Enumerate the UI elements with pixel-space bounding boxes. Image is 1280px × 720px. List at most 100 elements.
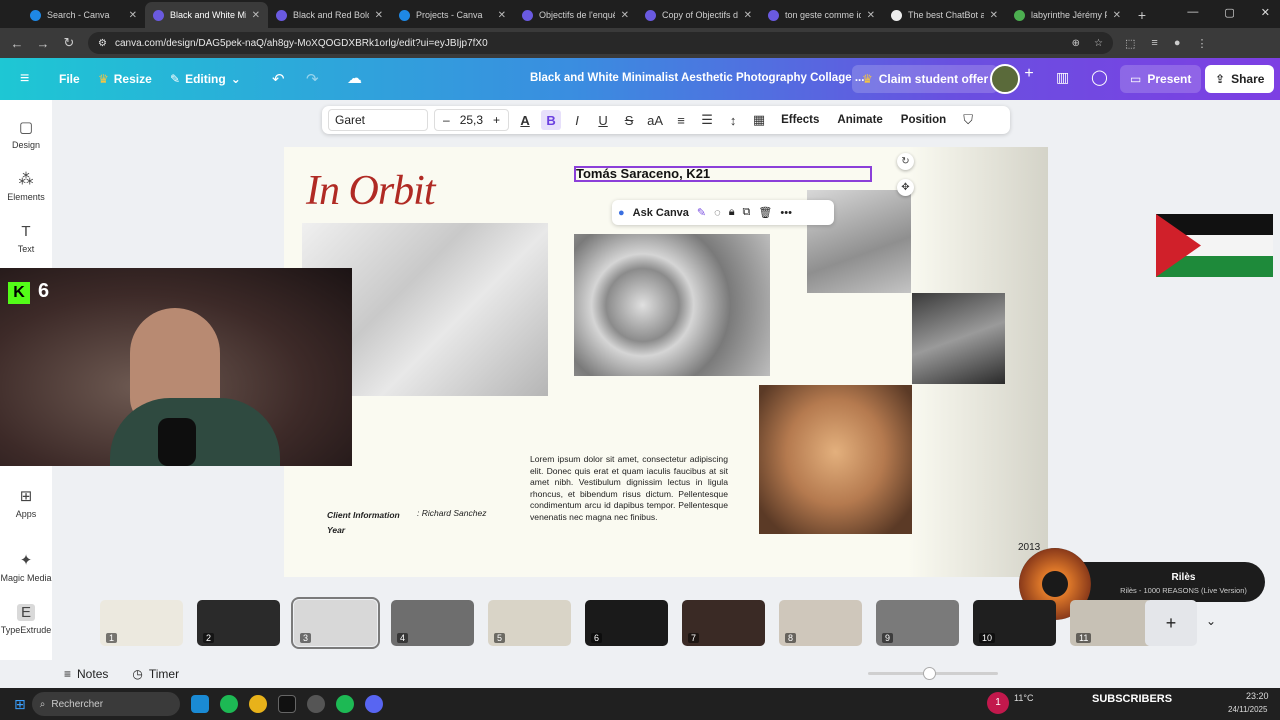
media-icon[interactable]: ≡ (1151, 37, 1157, 50)
clock-date[interactable]: 24/11/2025 (1228, 705, 1267, 714)
sidebar-item-elements[interactable]: ⁂ Elements (0, 170, 52, 202)
increase-size-icon[interactable]: + (493, 113, 500, 127)
text-color-icon[interactable]: A (515, 110, 535, 130)
page-thumbnail[interactable]: 10 (973, 600, 1056, 646)
delete-icon[interactable]: 🗑︎ (758, 206, 772, 219)
spotify-2-icon[interactable] (335, 695, 354, 713)
cloud-sync-icon[interactable]: ☁ (347, 69, 362, 87)
align-icon[interactable]: ≡ (671, 110, 691, 130)
photo-orbit-sphere[interactable] (574, 234, 770, 376)
add-collaborator-icon[interactable]: + (1018, 65, 1040, 93)
profile-icon[interactable]: ● (1174, 37, 1181, 50)
claim-offer-button[interactable]: ♛ Claim student offer (852, 65, 999, 93)
client-info-labels[interactable]: Client Information Year (327, 508, 400, 538)
decrease-size-icon[interactable]: – (443, 113, 450, 127)
close-window-icon[interactable]: ✕ (1261, 6, 1270, 19)
discord-icon[interactable] (364, 695, 383, 713)
restore-icon[interactable]: ▢ (1224, 6, 1234, 19)
taskbar-search[interactable]: ⌕ Rechercher (31, 692, 180, 716)
design-page[interactable]: In Orbit Tomás Saraceno, K21 ↻ ✥ ● Ask C… (284, 147, 1048, 577)
photo-portrait-woman-2[interactable] (912, 293, 1005, 384)
zoom-slider[interactable] (868, 667, 998, 680)
browser-tab[interactable]: Black and White Mini ✕ (145, 2, 268, 28)
timer-button[interactable]: ◷ Timer (132, 667, 179, 681)
add-page-button[interactable]: + (1145, 600, 1197, 646)
tab-close-icon[interactable]: ✕ (375, 10, 383, 21)
editing-mode-button[interactable]: ✎ Editing ⌄ (170, 72, 241, 86)
page-thumbnail[interactable]: 9 (876, 600, 959, 646)
present-button[interactable]: ▭ Present (1120, 65, 1202, 93)
chrome-icon[interactable] (248, 695, 267, 713)
share-button[interactable]: ⇪ Share (1205, 65, 1275, 93)
font-size-value[interactable]: 25,3 (460, 113, 483, 127)
comment-icon[interactable]: ◯ (1091, 68, 1108, 86)
menu-dots-icon[interactable]: ⋮ (1196, 37, 1207, 50)
document-title[interactable]: Black and White Minimalist Aesthetic Pho… (530, 72, 864, 84)
browser-tab[interactable]: ton geste comme ide ✕ (760, 2, 883, 28)
photo-portrait-woman-3[interactable] (759, 385, 912, 534)
more-options-icon[interactable]: ••• (780, 207, 792, 219)
page-thumbnail[interactable]: 2 (197, 600, 280, 646)
font-family-select[interactable]: Garet (328, 109, 428, 131)
weather-temp[interactable]: 11°C (1014, 693, 1033, 703)
move-handle-icon[interactable]: ✥ (897, 179, 914, 196)
page-thumbnail[interactable]: 8 (779, 600, 862, 646)
page-thumbnail[interactable]: 6 (585, 600, 668, 646)
page-thumbnail[interactable]: 11 (1070, 600, 1153, 646)
page-thumbnail[interactable]: 4 (391, 600, 474, 646)
magic-edit-icon[interactable]: ✎ (697, 206, 706, 219)
sidebar-item-magic-media[interactable]: ✦ Magic Media (0, 551, 52, 583)
tab-close-icon[interactable]: ✕ (867, 10, 875, 21)
bookmark-star-icon[interactable]: ☆ (1094, 38, 1103, 49)
tab-close-icon[interactable]: ✕ (621, 10, 629, 21)
zoom-icon[interactable]: ⊕ (1072, 38, 1080, 49)
page-thumbnail[interactable]: 1 (100, 600, 183, 646)
browser-tab[interactable]: The best ChatBot an ✕ (883, 2, 1006, 28)
extensions-icon[interactable]: ⬚ (1125, 37, 1135, 50)
resize-button[interactable]: ♛ Resize (98, 72, 152, 86)
expand-pages-icon[interactable]: ⌄ (1206, 614, 1216, 628)
position-button[interactable]: Position (895, 114, 952, 126)
browser-tab[interactable]: Search - Canva ✕ (22, 2, 145, 28)
tab-close-icon[interactable]: ✕ (1113, 10, 1121, 21)
browser-tab[interactable]: labyrinthe Jérémy Pr ✕ (1006, 2, 1129, 28)
sidebar-item-design[interactable]: ▢ Design (0, 118, 52, 150)
bold-icon[interactable]: B (541, 110, 562, 130)
insights-icon[interactable]: ▥ (1056, 69, 1069, 86)
sidebar-item-text[interactable]: T Text (0, 223, 52, 254)
page-thumbnail[interactable]: 7 (682, 600, 765, 646)
hamburger-icon[interactable]: ≡ (20, 70, 29, 88)
client-value[interactable]: : Richard Sanchez (417, 508, 486, 518)
tiktok-icon[interactable] (277, 695, 296, 713)
rotate-handle-icon[interactable]: ↻ (897, 153, 914, 170)
avatar[interactable] (990, 64, 1020, 94)
spotify-icon[interactable] (219, 695, 238, 713)
animate-button[interactable]: Animate (831, 114, 888, 126)
edge-icon[interactable] (190, 695, 209, 713)
undo-icon[interactable]: ↶ (272, 70, 285, 88)
page-title[interactable]: In Orbit (306, 167, 435, 215)
duplicate-icon[interactable]: ⧉ (743, 206, 751, 219)
site-info-icon[interactable]: ⚙ (98, 38, 107, 49)
browser-tab[interactable]: Black and Red Bold M ✕ (268, 2, 391, 28)
windows-start-icon[interactable]: ⊞ (14, 696, 26, 713)
back-icon[interactable]: ← (10, 36, 24, 51)
browser-tab[interactable]: Copy of Objectifs de ✕ (637, 2, 760, 28)
text-case-icon[interactable]: aA (645, 110, 665, 130)
minimize-icon[interactable]: — (1187, 6, 1198, 19)
effects-button[interactable]: Effects (775, 114, 825, 126)
italic-icon[interactable]: I (567, 110, 587, 130)
transparency-icon[interactable]: ▦ (749, 110, 769, 130)
zoom-slider-thumb[interactable] (923, 667, 936, 680)
browser-tab[interactable]: Objectifs de l'enquête ✕ (514, 2, 637, 28)
reload-icon[interactable]: ↻ (62, 35, 76, 51)
spacing-icon[interactable]: ↕ (723, 110, 743, 130)
clock-time[interactable]: 23:20 (1246, 691, 1269, 701)
tab-close-icon[interactable]: ✕ (129, 10, 137, 21)
file-menu[interactable]: File (59, 72, 80, 86)
ask-canva-button[interactable]: Ask Canva (633, 207, 689, 219)
forward-icon[interactable]: → (36, 36, 50, 51)
font-size-stepper[interactable]: – 25,3 + (434, 109, 510, 131)
new-tab-button[interactable]: + (1129, 2, 1155, 28)
sidebar-item-typeextrude[interactable]: E TypeExtrude (0, 604, 52, 635)
